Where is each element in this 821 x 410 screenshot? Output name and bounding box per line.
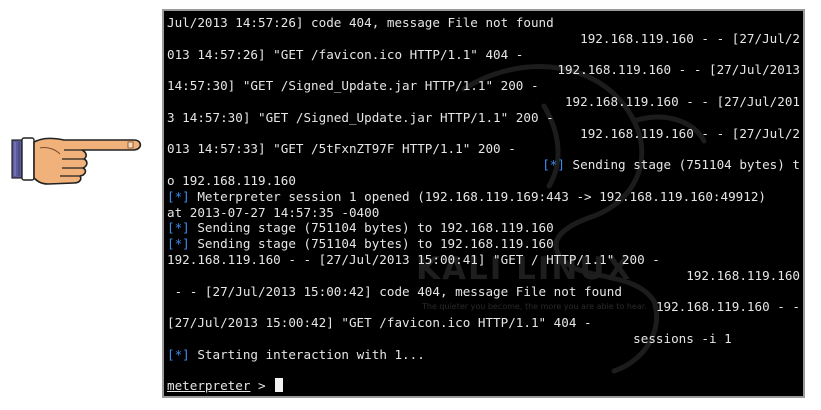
- terminal-line: [*] Sending stage (751104 bytes) to 192.…: [167, 236, 800, 252]
- terminal-line: 3 14:57:30] "GET /Signed_Update.jar HTTP…: [167, 109, 554, 125]
- terminal-line: [*] Meterpreter session 1 opened (192.16…: [167, 189, 800, 205]
- terminal-line: o 192.168.119.160: [167, 172, 296, 188]
- terminal-line-text: Sending stage (751104 bytes) t: [572, 157, 800, 173]
- terminal-line: 192.168.119.160 - - [27/Jul/201: [564, 93, 800, 109]
- terminal-line: 192.168.119.160 - - [27/Jul/2013 15:00:4…: [167, 251, 660, 267]
- terminal-line: 192.168.119.160 - -: [655, 299, 800, 315]
- prompt-suffix: >: [250, 378, 274, 394]
- terminal-line: 192.168.119.160: [686, 267, 800, 283]
- terminal-line: - - [27/Jul/2013 15:00:42] code 404, mes…: [167, 283, 622, 299]
- terminal-line-text: sessions -i 1: [633, 330, 732, 346]
- command-prompt[interactable]: meterpreter >: [167, 378, 800, 394]
- info-marker: [*]: [542, 157, 565, 173]
- prompt-label: meterpreter: [167, 378, 251, 394]
- text-cursor[interactable]: [275, 378, 284, 393]
- terminal-line: [*] Sending stage (751104 bytes) t: [167, 157, 800, 173]
- screenshot-page: KALI LINUX The quieter you become, the m…: [0, 0, 821, 410]
- terminal-line: [*] Sending stage (751104 bytes) to 192.…: [167, 220, 800, 236]
- terminal-line-text: Sending stage (751104 bytes) to 192.168.…: [197, 220, 554, 236]
- terminal-line: 013 14:57:26] "GET /favicon.ico HTTP/1.1…: [167, 46, 524, 62]
- info-marker: [*]: [167, 346, 190, 362]
- terminal-line: 14:57:30] "GET /Signed_Update.jar HTTP/1…: [167, 78, 539, 94]
- terminal-output: Jul/2013 14:57:26] code 404, message Fil…: [167, 15, 800, 394]
- terminal-line-text: Sending stage (751104 bytes) to 192.168.…: [197, 236, 554, 252]
- terminal-line-text: Meterpreter session 1 opened (192.168.11…: [197, 188, 766, 204]
- info-marker: [*]: [167, 188, 190, 204]
- terminal-line: sessions -i 1: [167, 331, 800, 347]
- terminal-line: 192.168.119.160 - - [27/Jul/2: [580, 30, 800, 46]
- info-marker: [*]: [167, 220, 190, 236]
- info-marker: [*]: [167, 236, 190, 252]
- terminal-line: [27/Jul/2013 15:00:42] "GET /favicon.ico…: [167, 315, 592, 331]
- terminal-line: [*] Starting interaction with 1...: [167, 347, 800, 363]
- terminal-line: Jul/2013 14:57:26] code 404, message Fil…: [167, 15, 554, 30]
- terminal-line: at 2013-07-27 14:57:35 -0400: [167, 204, 380, 220]
- pointing-hand-icon: [11, 137, 142, 185]
- terminal-line: 013 14:57:33] "GET /5tFxnZT97F HTTP/1.1"…: [167, 141, 516, 157]
- terminal-line-text: Starting interaction with 1...: [197, 346, 425, 362]
- terminal-line: 192.168.119.160 - - [27/Jul/2013: [557, 62, 800, 78]
- terminal-window[interactable]: KALI LINUX The quieter you become, the m…: [162, 9, 805, 398]
- terminal-line: 192.168.119.160 - - [27/Jul/2: [580, 125, 800, 141]
